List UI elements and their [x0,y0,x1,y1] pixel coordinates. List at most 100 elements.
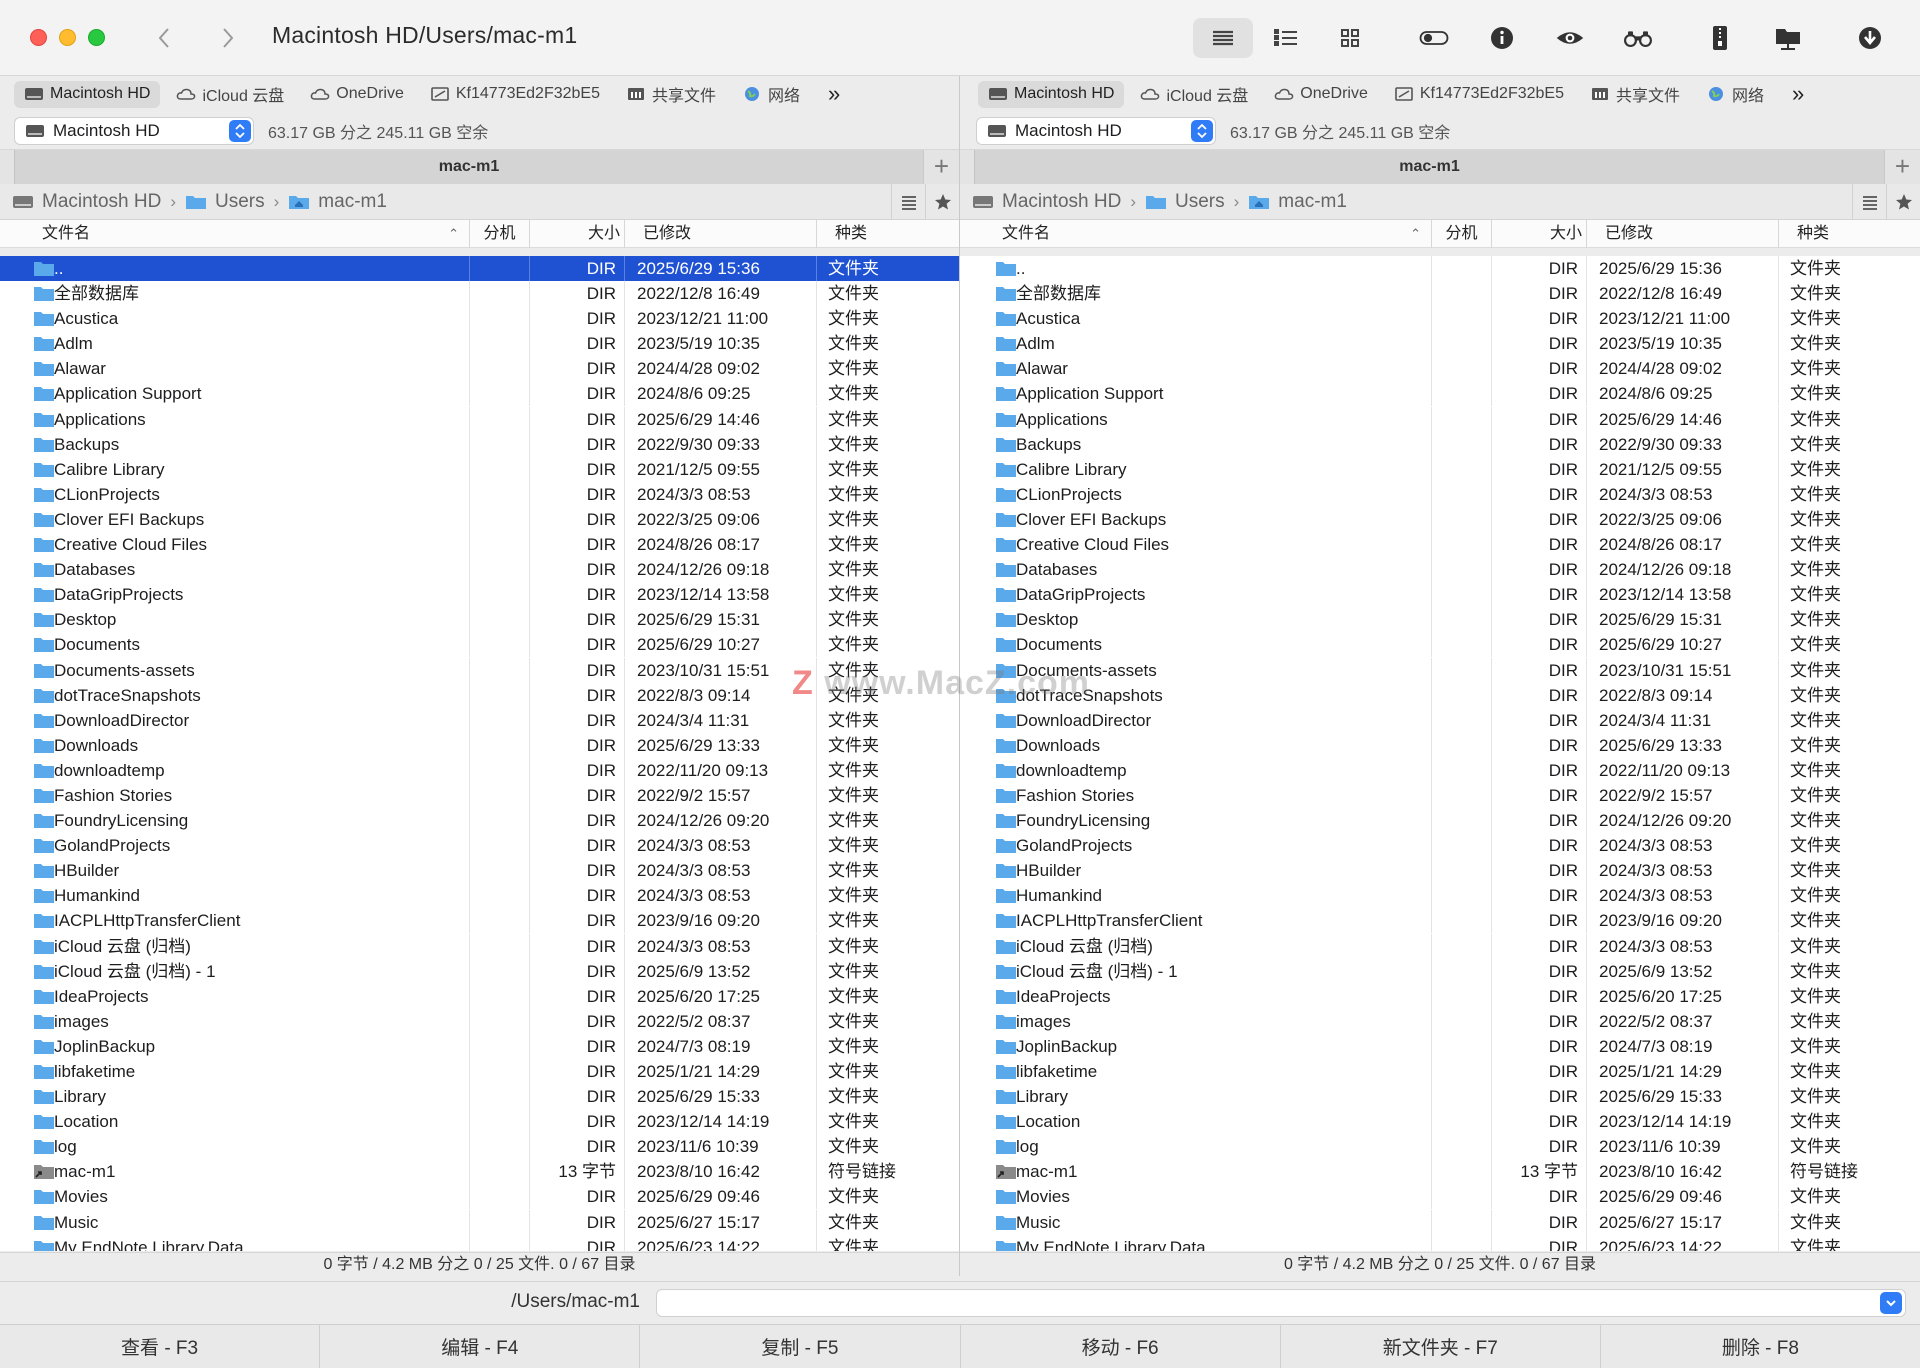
minimize-window-button[interactable] [59,29,76,46]
right-crumb-mac-m1[interactable]: mac-m1 [1248,191,1347,213]
table-row[interactable]: Documents DIR 2025/6/29 10:27 文件夹 [960,632,1920,658]
left-col-kind[interactable]: 种类 [817,220,959,248]
table-row[interactable]: Calibre Library DIR 2021/12/5 09:55 文件夹 [960,456,1920,482]
table-row[interactable]: 全部数据库 DIR 2022/12/8 16:49 文件夹 [960,281,1920,307]
table-row[interactable]: downloadtemp DIR 2022/11/20 09:13 文件夹 [960,757,1920,783]
table-row[interactable]: log DIR 2023/11/6 10:39 文件夹 [960,1134,1920,1160]
left-drive-select[interactable]: Macintosh HD [14,116,254,145]
table-row[interactable]: Backups DIR 2022/9/30 09:33 文件夹 [0,431,959,457]
view-grid-button[interactable] [1320,18,1380,58]
right-fav-icloud[interactable]: iCloud 云盘 [1130,81,1258,108]
left-col-ext[interactable]: 分机 [470,220,530,248]
left-add-tab-button[interactable]: + [923,149,959,184]
table-row[interactable]: Alawar DIR 2024/4/28 09:02 文件夹 [960,356,1920,382]
table-row[interactable]: DownloadDirector DIR 2024/3/4 11:31 文件夹 [0,707,959,733]
table-row[interactable]: Clover EFI Backups DIR 2022/3/25 09:06 文件夹 [960,506,1920,532]
right-col-kind[interactable]: 种类 [1779,220,1920,248]
right-drive-select[interactable]: Macintosh HD [976,116,1216,145]
table-row[interactable]: log DIR 2023/11/6 10:39 文件夹 [0,1134,959,1160]
table-row[interactable]: Movies DIR 2025/6/29 09:46 文件夹 [960,1184,1920,1210]
table-row[interactable]: iCloud 云盘 (归档) - 1 DIR 2025/6/9 13:52 文件夹 [0,958,959,984]
table-row[interactable]: Creative Cloud Files DIR 2024/8/26 08:17 文件… [960,532,1920,558]
right-add-tab-button[interactable]: + [1884,149,1920,184]
table-row[interactable]: Applications DIR 2025/6/29 14:46 文件夹 [960,406,1920,432]
left-fav-macintosh-hd[interactable]: Macintosh HD [14,80,161,108]
table-row[interactable]: Application Support DIR 2024/8/6 09:25 文件夹 [960,381,1920,407]
right-fav-network-drive[interactable]: Kf14773Ed2F32bE5 [1384,81,1574,108]
left-crumb-mac-m1[interactable]: mac-m1 [288,191,387,213]
right-fav-macintosh-hd[interactable]: Macintosh HD [978,80,1125,108]
chevron-down-icon[interactable] [1880,1292,1902,1314]
table-row[interactable]: FoundryLicensing DIR 2024/12/26 09:20 文件夹 [960,808,1920,834]
table-row[interactable]: Databases DIR 2024/12/26 09:18 文件夹 [960,557,1920,583]
table-row[interactable]: CLionProjects DIR 2024/3/3 08:53 文件夹 [0,481,959,507]
right-favorites-more-button[interactable]: » [1792,81,1804,107]
table-row[interactable]: DataGripProjects DIR 2023/12/14 13:58 文件夹 [960,582,1920,608]
right-col-modified[interactable]: 已修改 [1587,220,1779,248]
right-fav-onedrive[interactable]: OneDrive [1264,81,1378,108]
right-crumb-users[interactable]: Users [1145,191,1225,213]
left-crumb-users[interactable]: Users [185,191,265,213]
table-row[interactable]: Documents DIR 2025/6/29 10:27 文件夹 [0,632,959,658]
table-row[interactable]: Calibre Library DIR 2021/12/5 09:55 文件夹 [0,456,959,482]
table-row[interactable]: Library DIR 2025/6/29 15:33 文件夹 [0,1084,959,1110]
table-row[interactable]: Humankind DIR 2024/3/3 08:53 文件夹 [960,883,1920,909]
network-connect-button[interactable] [1758,18,1818,58]
left-file-list[interactable]: .. DIR 2025/6/29 15:36 文件夹 全部数据库 DIR 2022/12/8… [0,256,959,1251]
table-row[interactable]: IdeaProjects DIR 2025/6/20 17:25 文件夹 [0,983,959,1009]
table-row[interactable]: Backups DIR 2022/9/30 09:33 文件夹 [960,431,1920,457]
table-row[interactable]: Acustica DIR 2023/12/21 11:00 文件夹 [0,306,959,332]
left-tab-mac-m1[interactable]: mac-m1 [14,149,923,184]
table-row[interactable]: Music DIR 2025/6/27 15:17 文件夹 [0,1209,959,1235]
left-crumb-macintosh-hd[interactable]: Macintosh HD [12,191,161,213]
table-row[interactable]: IACPLHttpTransferClient DIR 2023/9/16 09:2… [960,908,1920,934]
table-row[interactable]: FoundryLicensing DIR 2024/12/26 09:20 文件夹 [0,808,959,834]
move-f6-button[interactable]: 移动 - F6 [961,1325,1281,1368]
view-f3-button[interactable]: 查看 - F3 [0,1325,321,1368]
table-row[interactable]: iCloud 云盘 (归档) DIR 2024/3/3 08:53 文件夹 [0,933,959,959]
table-row[interactable]: IACPLHttpTransferClient DIR 2023/9/16 09:2… [0,908,959,934]
table-row[interactable]: JoplinBackup DIR 2024/7/3 08:19 文件夹 [0,1033,959,1059]
right-favorite-button[interactable] [1886,183,1920,220]
left-history-button[interactable] [891,183,925,220]
table-row[interactable]: Library DIR 2025/6/29 15:33 文件夹 [960,1084,1920,1110]
edit-f4-button[interactable]: 编辑 - F4 [320,1325,641,1368]
zoom-window-button[interactable] [88,29,105,46]
table-row[interactable]: iCloud 云盘 (归档) - 1 DIR 2025/6/9 13:52 文件夹 [960,958,1920,984]
left-col-name[interactable]: 文件名 ⌃ [10,220,470,248]
copy-f5-button[interactable]: 复制 - F5 [640,1325,961,1368]
view-list-button[interactable] [1193,18,1253,58]
table-row[interactable]: CLionProjects DIR 2024/3/3 08:53 文件夹 [960,481,1920,507]
right-tab-mac-m1[interactable]: mac-m1 [974,149,1884,184]
table-row[interactable]: 全部数据库 DIR 2022/12/8 16:49 文件夹 [0,281,959,307]
right-col-size[interactable]: 大小 [1492,220,1587,248]
table-row[interactable]: .. DIR 2025/6/29 15:36 文件夹 [0,256,959,282]
table-row[interactable]: My EndNote Library.Data DIR 2025/6/23 14:2… [0,1234,959,1251]
left-fav-shared-files[interactable]: 共享文件 [616,81,726,108]
table-row[interactable]: Humankind DIR 2024/3/3 08:53 文件夹 [0,883,959,909]
table-row[interactable]: iCloud 云盘 (归档) DIR 2024/3/3 08:53 文件夹 [960,933,1920,959]
search-button[interactable] [1608,18,1668,58]
table-row[interactable]: JoplinBackup DIR 2024/7/3 08:19 文件夹 [960,1033,1920,1059]
table-row[interactable]: GolandProjects DIR 2024/3/3 08:53 文件夹 [0,833,959,859]
back-button[interactable] [146,20,182,56]
table-row[interactable]: Location DIR 2023/12/14 14:19 文件夹 [0,1109,959,1135]
table-row[interactable]: IdeaProjects DIR 2025/6/20 17:25 文件夹 [960,983,1920,1009]
archive-button[interactable] [1690,18,1750,58]
table-row[interactable]: Adlm DIR 2023/5/19 10:35 文件夹 [960,331,1920,357]
left-fav-network[interactable]: 网络 [732,81,810,108]
downloads-button[interactable] [1840,18,1900,58]
close-window-button[interactable] [30,29,47,46]
toggle-hidden-button[interactable] [1404,18,1464,58]
table-row[interactable]: Music DIR 2025/6/27 15:17 文件夹 [960,1209,1920,1235]
right-col-name[interactable]: 文件名 ⌃ [972,220,1432,248]
table-row[interactable]: Downloads DIR 2025/6/29 13:33 文件夹 [0,732,959,758]
table-row[interactable]: Creative Cloud Files DIR 2024/8/26 08:17 文件… [0,532,959,558]
view-detail-button[interactable] [1256,18,1316,58]
left-fav-onedrive[interactable]: OneDrive [300,81,414,108]
left-favorite-button[interactable] [925,183,959,220]
forward-button[interactable] [210,20,246,56]
table-row[interactable]: libfaketime DIR 2025/1/21 14:29 文件夹 [960,1059,1920,1084]
left-col-size[interactable]: 大小 [530,220,625,248]
table-row[interactable]: Acustica DIR 2023/12/21 11:00 文件夹 [960,306,1920,332]
